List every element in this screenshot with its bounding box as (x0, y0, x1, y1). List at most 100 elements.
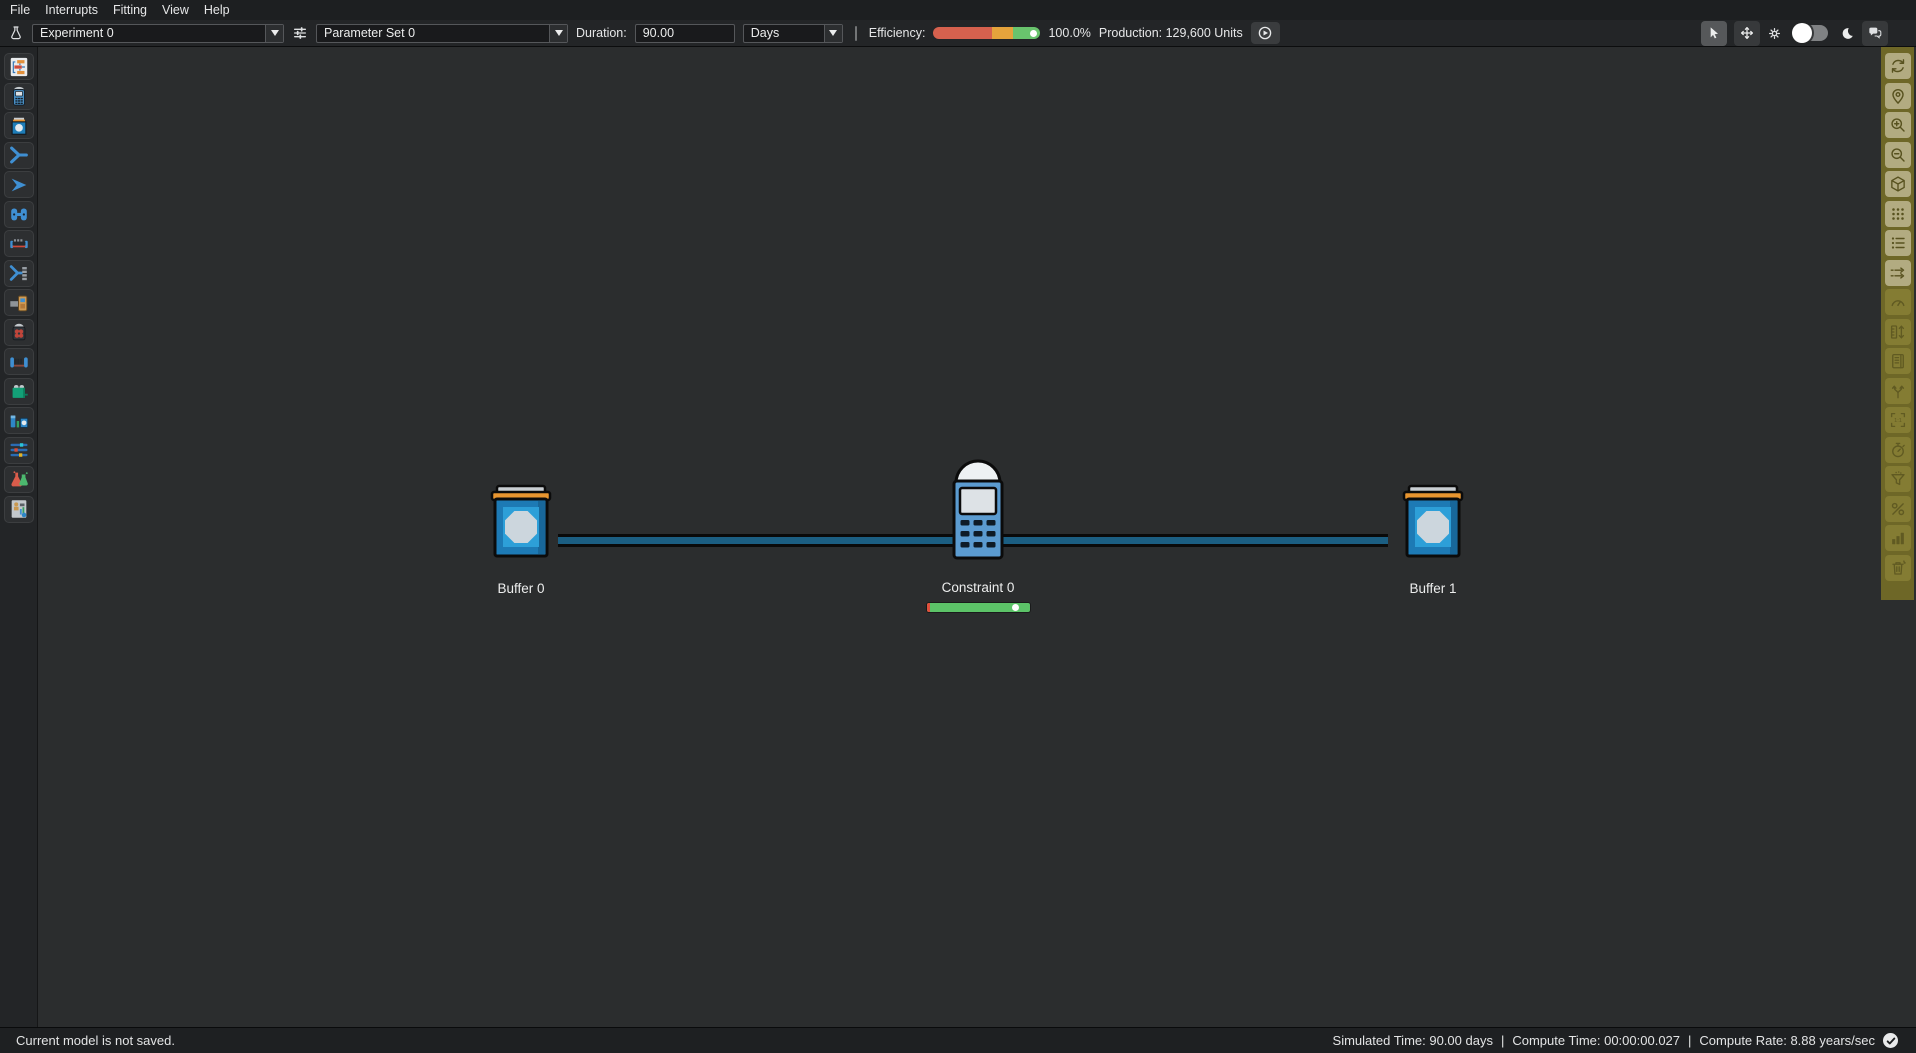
palette-item-merge-queue[interactable] (4, 260, 34, 287)
tool-zoom-in-button[interactable] (1885, 112, 1911, 138)
processing-machine-icon (8, 292, 30, 314)
flow-arrows-icon (1889, 264, 1907, 282)
efficiency-gauge (933, 27, 1040, 39)
palette-item-cylinder-set[interactable] (4, 407, 34, 434)
merge-queue-icon (8, 262, 30, 284)
experiment-flasks-icon (8, 469, 30, 491)
dropdown-arrow-icon (824, 25, 842, 42)
tool-gauge-button[interactable] (1885, 289, 1911, 315)
palette-item-model-flowchart[interactable] (4, 53, 34, 80)
simulated-time-text: Simulated Time: 90.00 days (1333, 1033, 1493, 1048)
toolbar-right-cluster (1701, 21, 1916, 46)
node-label: Constraint 0 (942, 580, 1015, 595)
flask-icon (8, 25, 24, 41)
model-flowchart-icon (8, 56, 30, 78)
pan-tool-button[interactable] (1734, 21, 1760, 46)
palette-item-report-document[interactable] (4, 496, 34, 523)
node-buffer-0[interactable]: Buffer 0 (461, 484, 581, 596)
rack-station-icon (8, 351, 30, 373)
efficiency-value: 100.0% (1048, 26, 1090, 40)
tune-sliders-icon[interactable] (292, 25, 308, 41)
progress-knob (1012, 604, 1019, 611)
palette-item-tank[interactable] (4, 378, 34, 405)
tool-measure-button[interactable] (1885, 319, 1911, 345)
duration-unit-select[interactable]: Days (743, 24, 843, 43)
tool-bar-chart-button[interactable] (1885, 525, 1911, 551)
palette-item-parameter-sliders[interactable] (4, 437, 34, 464)
tool-flow-arrows-button[interactable] (1885, 260, 1911, 286)
model-canvas[interactable]: Buffer 0 Constraint 0 Buffer 1 (38, 47, 1916, 1027)
palette-item-pump-machine[interactable] (4, 319, 34, 346)
tool-locate-button[interactable] (1885, 83, 1911, 109)
toolbar-separator (855, 26, 857, 41)
status-separator: | (1501, 1033, 1504, 1048)
dropdown-arrow-icon (549, 25, 567, 42)
run-simulation-button[interactable] (1251, 22, 1280, 44)
palette-item-conveyor[interactable] (4, 230, 34, 257)
grid-dots-icon (1889, 205, 1907, 223)
palette-item-rack-station[interactable] (4, 348, 34, 375)
status-separator: | (1688, 1033, 1691, 1048)
node-palette-sidebar (0, 47, 38, 1027)
menu-file[interactable]: File (10, 3, 30, 17)
parameter-set-select[interactable]: Parameter Set 0 (316, 24, 568, 43)
palette-item-splitter[interactable] (4, 171, 34, 198)
tool-percent-button[interactable] (1885, 496, 1911, 522)
palette-item-parallel-station[interactable] (4, 201, 34, 228)
parameter-sliders-icon (8, 439, 30, 461)
experiment-select[interactable]: Experiment 0 (32, 24, 284, 43)
theme-toggle[interactable] (1794, 25, 1828, 41)
palette-item-constraint-machine[interactable] (4, 83, 34, 110)
cylinder-set-icon (8, 410, 30, 432)
chat-button[interactable] (1862, 21, 1888, 46)
chat-bubbles-icon (1867, 25, 1883, 41)
location-pin-icon (1889, 87, 1907, 105)
zoom-out-icon (1889, 146, 1907, 164)
node-constraint-0[interactable]: Constraint 0 (918, 457, 1038, 612)
menu-help[interactable]: Help (204, 3, 230, 17)
duration-input[interactable] (635, 24, 735, 43)
cursor-icon (1706, 25, 1722, 41)
tool-actual-size-button[interactable]: 1:1 (1885, 407, 1911, 433)
tool-trash-button[interactable] (1885, 555, 1911, 581)
clipboard-icon (1889, 352, 1907, 370)
tool-reset-view-button[interactable] (1885, 53, 1911, 79)
dropdown-arrow-icon (265, 25, 283, 42)
stopwatch-icon (1889, 441, 1907, 459)
buffer-icon (481, 484, 561, 560)
production-value: Production: 129,600 Units (1099, 26, 1243, 40)
play-circle-icon (1256, 24, 1274, 42)
palette-item-experiment-flasks[interactable] (4, 466, 34, 493)
save-status-text: Current model is not saved. (16, 1033, 175, 1048)
trash-icon (1889, 559, 1907, 577)
menu-fitting[interactable]: Fitting (113, 3, 147, 17)
gauge-icon (1889, 293, 1907, 311)
gear-icon (1767, 26, 1782, 41)
list-icon (1889, 234, 1907, 252)
reset-view-icon (1889, 57, 1907, 75)
compute-rate-text: Compute Rate: 8.88 years/sec (1699, 1033, 1875, 1048)
palette-item-combiner[interactable] (4, 142, 34, 169)
zoom-in-icon (1889, 116, 1907, 134)
constraint-machine-icon (8, 85, 30, 107)
tool-filter-funnel-button[interactable] (1885, 466, 1911, 492)
tool-stopwatch-button[interactable] (1885, 437, 1911, 463)
buffer-container-icon (8, 115, 30, 137)
report-document-icon (8, 498, 30, 520)
main-toolbar: Experiment 0 Parameter Set 0 Duration: D… (0, 20, 1916, 47)
duration-label: Duration: (576, 26, 627, 40)
select-tool-button[interactable] (1701, 21, 1727, 46)
menu-interrupts[interactable]: Interrupts (45, 3, 98, 17)
tool-grid-button[interactable] (1885, 201, 1911, 227)
menu-bar: File Interrupts Fitting View Help (0, 0, 1916, 20)
move-icon (1739, 25, 1755, 41)
tool-list-view-button[interactable] (1885, 230, 1911, 256)
menu-view[interactable]: View (162, 3, 189, 17)
palette-item-buffer-container[interactable] (4, 112, 34, 139)
tool-clipboard-button[interactable] (1885, 348, 1911, 374)
palette-item-processing-machine[interactable] (4, 289, 34, 316)
tool-zoom-out-button[interactable] (1885, 142, 1911, 168)
node-buffer-1[interactable]: Buffer 1 (1373, 484, 1493, 596)
tool-3d-view-button[interactable] (1885, 171, 1911, 197)
tool-branch-button[interactable] (1885, 378, 1911, 404)
